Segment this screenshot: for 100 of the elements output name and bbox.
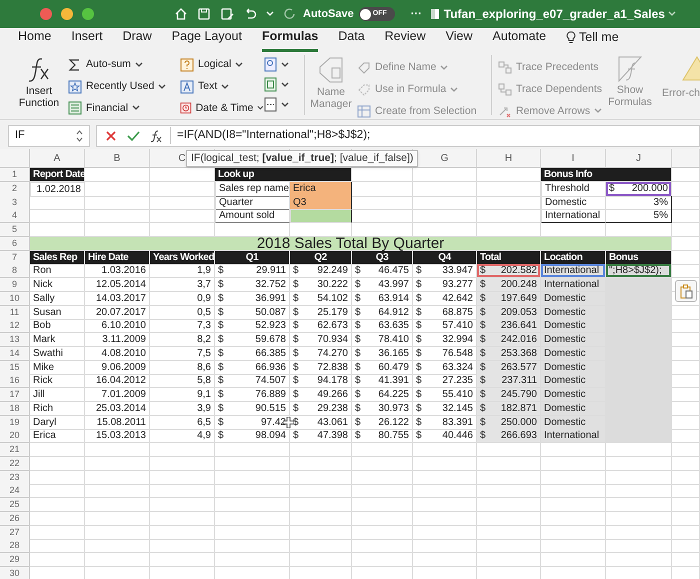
caret-icon[interactable] — [134, 62, 143, 68]
question-icon[interactable] — [180, 58, 194, 72]
empty-cell[interactable] — [150, 484, 215, 498]
empty-cell[interactable] — [290, 553, 352, 567]
empty-cell[interactable] — [413, 539, 477, 554]
empty-cell[interactable] — [672, 512, 700, 526]
empty-cell[interactable] — [541, 456, 606, 471]
row-header[interactable]: 8 — [12, 265, 17, 276]
empty-cell[interactable] — [85, 526, 150, 540]
column-header[interactable]: C — [178, 150, 186, 166]
chevron-down-icon[interactable] — [668, 11, 676, 17]
empty-cell[interactable] — [215, 512, 290, 526]
empty-cell[interactable] — [215, 456, 290, 471]
empty-cell[interactable] — [290, 484, 352, 498]
empty-cell[interactable] — [85, 182, 150, 197]
home-icon[interactable] — [174, 7, 188, 21]
row-header[interactable]: 9 — [12, 279, 17, 289]
empty-cell[interactable] — [672, 553, 700, 567]
empty-cell[interactable] — [606, 512, 672, 526]
bonus-cell[interactable] — [606, 278, 672, 292]
document-icon[interactable] — [430, 8, 440, 20]
empty-cell[interactable] — [477, 539, 541, 554]
empty-cell[interactable] — [352, 484, 413, 498]
empty-cell[interactable] — [413, 209, 477, 224]
more-button[interactable]: ··· — [410, 6, 422, 22]
cancel-icon[interactable] — [105, 130, 117, 142]
empty-cell[interactable] — [290, 512, 352, 526]
empty-cell[interactable] — [150, 512, 215, 526]
column-header[interactable]: G — [440, 150, 448, 166]
insert-function-button[interactable]: Insert Function — [10, 55, 68, 109]
empty-cell[interactable] — [413, 470, 477, 484]
redo-icon[interactable] — [283, 7, 297, 21]
star-icon[interactable] — [68, 80, 82, 94]
empty-cell[interactable] — [352, 512, 413, 526]
empty-cell[interactable] — [606, 553, 672, 567]
empty-cell[interactable] — [541, 512, 606, 526]
column-header[interactable]: B — [114, 150, 120, 166]
empty-cell[interactable] — [85, 443, 150, 457]
clock-icon[interactable] — [180, 101, 192, 116]
empty-cell[interactable] — [606, 526, 672, 540]
empty-cell[interactable] — [85, 512, 150, 526]
function-menu-button[interactable]: Text — [180, 78, 264, 94]
empty-cell[interactable] — [413, 168, 477, 182]
empty-cell[interactable] — [150, 196, 215, 210]
empty-cell[interactable] — [150, 456, 215, 471]
row-header[interactable]: 6 — [12, 238, 17, 248]
enter-icon[interactable] — [127, 130, 140, 142]
caret-icon[interactable] — [158, 84, 166, 90]
empty-cell[interactable] — [215, 443, 290, 457]
empty-cell[interactable] — [672, 539, 700, 554]
save-as-icon[interactable] — [220, 7, 234, 21]
empty-cell[interactable] — [672, 484, 700, 498]
empty-cell[interactable] — [477, 512, 541, 526]
empty-cell[interactable] — [477, 498, 541, 512]
empty-cell[interactable] — [672, 223, 700, 237]
empty-cell[interactable] — [290, 443, 352, 457]
empty-cell[interactable] — [413, 553, 477, 567]
empty-cell[interactable] — [215, 470, 290, 484]
bonus-cell[interactable] — [606, 429, 672, 444]
empty-cell[interactable] — [477, 182, 541, 197]
empty-cell[interactable] — [477, 484, 541, 498]
ribbon-tab[interactable]: View — [446, 27, 473, 52]
tell-me-search[interactable]: Tell me — [566, 28, 619, 52]
magnifier-icon[interactable] — [264, 57, 277, 72]
caret-icon[interactable] — [221, 84, 230, 90]
empty-cell[interactable] — [215, 553, 290, 567]
empty-cell[interactable] — [352, 456, 413, 471]
empty-cell[interactable] — [85, 539, 150, 554]
empty-cell[interactable] — [477, 553, 541, 567]
ribbon-tab[interactable]: Page Layout — [172, 27, 242, 52]
column-header[interactable]: A — [54, 150, 60, 166]
empty-cell[interactable] — [541, 526, 606, 540]
empty-cell[interactable] — [290, 456, 352, 471]
lightbulb-icon[interactable] — [566, 31, 576, 44]
empty-cell[interactable] — [290, 539, 352, 554]
column-header[interactable]: J — [636, 150, 641, 166]
empty-cell[interactable] — [413, 456, 477, 471]
empty-cell[interactable] — [150, 443, 215, 457]
caret-icon[interactable] — [132, 105, 140, 112]
empty-cell[interactable] — [215, 484, 290, 498]
empty-cell[interactable] — [290, 470, 352, 484]
function-menu-button[interactable]: Recently Used — [68, 78, 180, 94]
empty-cell[interactable] — [352, 498, 413, 512]
empty-cell[interactable] — [541, 470, 606, 484]
stepper-icon[interactable] — [76, 130, 83, 142]
empty-cell[interactable] — [477, 209, 541, 224]
empty-cell[interactable] — [150, 526, 215, 540]
clipboard-icon[interactable] — [680, 284, 692, 298]
empty-cell[interactable] — [413, 484, 477, 498]
ribbon-tab[interactable]: Home — [18, 27, 52, 52]
ribbon-tab[interactable]: Review — [384, 27, 426, 52]
column-header[interactable]: H — [504, 150, 512, 166]
empty-cell[interactable] — [413, 526, 477, 540]
empty-cell[interactable] — [352, 443, 413, 457]
empty-cell[interactable] — [606, 443, 672, 457]
empty-cell[interactable] — [477, 526, 541, 540]
empty-cell[interactable] — [85, 470, 150, 484]
empty-cell[interactable] — [352, 539, 413, 554]
empty-cell[interactable] — [413, 182, 477, 197]
empty-cell[interactable] — [606, 539, 672, 554]
